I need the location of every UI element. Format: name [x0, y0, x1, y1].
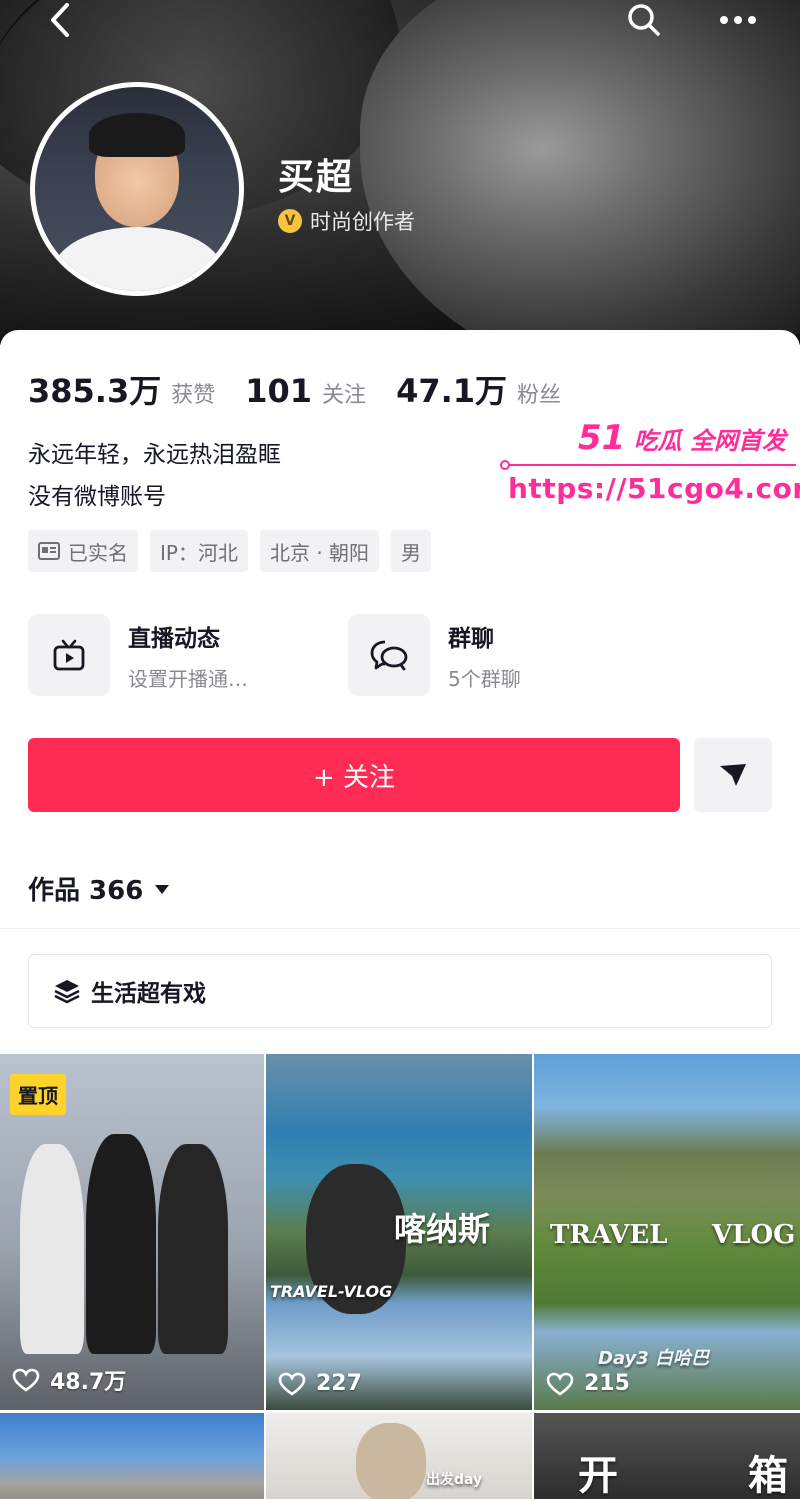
back-button[interactable]: [28, 0, 92, 40]
avatar[interactable]: [30, 82, 244, 296]
chat-icon: [370, 640, 408, 671]
followers-count: 47.1万: [396, 372, 508, 410]
avatar-photo: [35, 87, 239, 291]
profile-tags: 已实名 IP：河北 北京 · 朝阳 男: [28, 530, 432, 572]
watermark-brand: 51 吃瓜 全网首发: [578, 418, 787, 458]
share-button[interactable]: [694, 738, 772, 812]
works-tab[interactable]: 作品 366: [28, 870, 171, 907]
live-subtitle: 设置开播通…: [128, 666, 248, 691]
tag-location: 北京 · 朝阳: [259, 530, 380, 572]
collection-title: 生活超有戏: [91, 981, 206, 1007]
group-icon-box: [348, 614, 430, 696]
heart-icon: [278, 1372, 306, 1396]
watermark-url: https://51cgo4.com: [508, 472, 800, 505]
bio-line-2: 没有微博账号: [28, 484, 166, 510]
video-tile[interactable]: [0, 1413, 264, 1499]
video-tile[interactable]: 置顶 48.7万: [0, 1054, 264, 1410]
following-stat[interactable]: 101 关注: [245, 372, 366, 410]
back-icon: [51, 3, 69, 37]
likes-stat[interactable]: 385.3万 获赞: [28, 366, 215, 412]
pinned-badge: 置顶: [10, 1074, 66, 1115]
video-overlay-text: 开: [578, 1453, 618, 1499]
video-tile[interactable]: 开 箱: [534, 1413, 800, 1499]
more-button[interactable]: [706, 0, 770, 40]
video-overlay-text: TRAVEL-VLOG: [270, 1282, 393, 1301]
video-overlay-text: 出发day: [426, 1472, 483, 1488]
followers-stat[interactable]: 47.1万 粉丝: [396, 366, 561, 412]
tag-gender: 男: [391, 530, 432, 572]
caret-down-icon: [155, 884, 170, 894]
live-dynamics-entry[interactable]: 直播动态 设置开播通…: [28, 614, 248, 696]
heart-icon: [12, 1368, 40, 1392]
video-tile[interactable]: TRAVEL VLOG Day3 白哈巴 215: [534, 1054, 800, 1410]
tag-ip: IP：河北: [150, 530, 248, 572]
likes-label: 获赞: [171, 383, 216, 408]
bio: 永远年轻，永远热泪盈眶 没有微博账号: [28, 434, 281, 518]
layers-icon: [54, 980, 80, 1004]
video-overlay-text: TRAVEL: [550, 1220, 668, 1250]
video-overlay-text: 喀纳斯: [394, 1210, 491, 1248]
more-icon: [720, 16, 756, 24]
profile-card: 385.3万 获赞 101 关注 47.1万 粉丝 永远年轻，永远热泪盈眶 没有…: [0, 330, 800, 1499]
share-arrow-icon: [720, 764, 746, 786]
stats-row: 385.3万 获赞 101 关注 47.1万 粉丝: [28, 366, 561, 412]
id-card-icon: [38, 542, 60, 560]
search-icon: [628, 4, 660, 36]
divider: [0, 928, 800, 929]
watermark: 51 吃瓜 全网首发 https://51cgo4.com: [500, 418, 800, 518]
verified-icon: V: [278, 209, 302, 233]
creator-verification[interactable]: V 时尚创作者: [278, 206, 415, 236]
creator-label: 时尚创作者: [310, 210, 415, 234]
collection-entry[interactable]: 生活超有戏: [28, 954, 772, 1028]
search-button[interactable]: [612, 0, 676, 40]
profile-header: 买超 V 时尚创作者: [0, 0, 800, 345]
video-likes: 48.7万: [12, 1364, 126, 1396]
tag-real-name: 已实名: [28, 530, 138, 572]
group-subtitle: 5个群聊: [448, 666, 521, 691]
tv-icon: [53, 639, 85, 671]
video-overlay-text: 箱: [748, 1453, 788, 1499]
video-tile[interactable]: 喀纳斯 TRAVEL-VLOG 227: [266, 1054, 532, 1410]
following-label: 关注: [322, 383, 367, 408]
profile-name: 买超: [278, 157, 355, 198]
likes-count: 385.3万: [28, 372, 162, 410]
live-title: 直播动态: [128, 625, 220, 652]
followers-label: 粉丝: [517, 383, 562, 408]
group-chat-entry[interactable]: 群聊 5个群聊: [348, 614, 521, 696]
following-count: 101: [245, 372, 313, 410]
video-likes: 215: [546, 1371, 630, 1396]
works-label: 作品 366: [28, 876, 144, 906]
video-grid: 置顶 48.7万 喀纳斯 TRAVEL-VLOG 227 TRAVEL VLOG: [0, 1054, 800, 1499]
heart-icon: [546, 1372, 574, 1396]
header-bg-portrait: [360, 0, 800, 345]
live-icon-box: [28, 614, 110, 696]
bio-line-1: 永远年轻，永远热泪盈眶: [28, 442, 281, 468]
video-tile[interactable]: 出发day: [266, 1413, 532, 1499]
video-overlay-text: Day3 白哈巴: [598, 1348, 710, 1369]
group-title: 群聊: [448, 625, 494, 652]
video-overlay-text: VLOG: [712, 1220, 796, 1250]
follow-button[interactable]: + 关注: [28, 738, 680, 812]
video-likes: 227: [278, 1371, 362, 1396]
